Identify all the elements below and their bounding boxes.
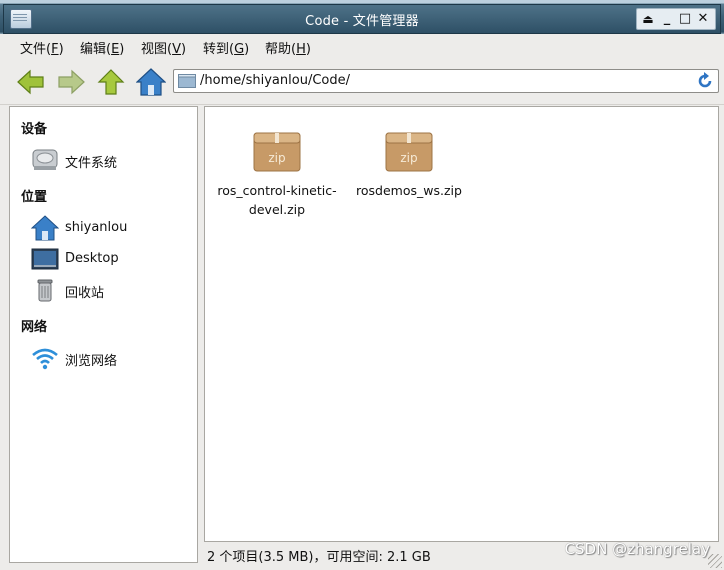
- devices-heading: 设备: [21, 122, 48, 137]
- sidebar-item-label: Desktop: [65, 251, 119, 266]
- maximize-button[interactable]: □: [676, 10, 694, 28]
- file-name: rosdemos_ws.zip: [339, 181, 479, 200]
- sidebar-item-label: 浏览网络: [65, 354, 118, 369]
- file-item[interactable]: zip ros_control-kinetic- devel.zip: [207, 121, 347, 219]
- sidebar-item-network[interactable]: 浏览网络: [31, 345, 196, 371]
- zip-archive-icon: zip: [383, 125, 435, 175]
- menu-file-end: ): [58, 42, 64, 57]
- menu-file-label: 文件(: [20, 42, 52, 57]
- sidebar-item-desktop[interactable]: Desktop: [31, 246, 196, 272]
- sidebar-item-label: 文件系统: [65, 156, 118, 171]
- menu-view[interactable]: 视图(V): [141, 38, 186, 57]
- zip-box-graphic: zip: [385, 132, 433, 172]
- title-bar: Code - 文件管理器 ⏏ _ □ ✕: [0, 0, 724, 34]
- folder-icon: [178, 74, 196, 88]
- status-text: 2 个项目(3.5 MB)，可用空间: 2.1 GB: [207, 550, 431, 565]
- watermark: CSDN @zhangrelay: [564, 540, 710, 558]
- zip-label: zip: [268, 151, 285, 165]
- file-name-line1: rosdemos_ws.zip: [356, 183, 462, 198]
- menu-go-label: 转到(: [203, 42, 235, 57]
- eject-icon[interactable]: ⏏: [639, 10, 657, 28]
- harddisk-icon: [32, 149, 58, 170]
- toolbar: /home/shiyanlou/Code/: [0, 58, 724, 105]
- wifi-icon: [32, 348, 58, 370]
- menu-file[interactable]: 文件(F): [20, 38, 64, 57]
- sidebar-item-home[interactable]: shiyanlou: [31, 215, 196, 241]
- desktop-icon: [31, 248, 59, 270]
- menu-edit-label: 编辑(: [80, 42, 112, 57]
- menu-help-end: ): [305, 42, 311, 57]
- status-bar: 2 个项目(3.5 MB)，可用空间: 2.1 GB CSDN @zhangre…: [204, 540, 724, 570]
- zip-archive-icon: zip: [251, 125, 303, 175]
- arrow-right-icon[interactable]: [56, 67, 86, 97]
- sidebar-item-label: shiyanlou: [65, 220, 128, 235]
- places-heading: 位置: [21, 190, 48, 205]
- menu-bar: 文件(F) 编辑(E) 视图(V) 转到(G) 帮助(H): [0, 34, 724, 58]
- title-bar-inner: Code - 文件管理器 ⏏ _ □ ✕: [3, 4, 721, 34]
- menu-view-label: 视图(: [141, 42, 173, 57]
- resize-grip[interactable]: [708, 554, 722, 568]
- side-pane: 设备 文件系统 位置 shiyanlou Desktop 回收站 网络 浏览网络: [9, 106, 198, 563]
- reload-icon[interactable]: [696, 72, 714, 90]
- file-name: ros_control-kinetic- devel.zip: [207, 181, 347, 219]
- sidebar-item-label: 回收站: [65, 286, 105, 301]
- menu-edit-end: ): [119, 42, 125, 57]
- file-name-line1: ros_control-kinetic-: [217, 183, 337, 198]
- trash-icon: [37, 279, 53, 302]
- menu-help-accel: H: [296, 42, 306, 57]
- menu-go-accel: G: [234, 42, 245, 57]
- sidebar-item-trash[interactable]: 回收站: [31, 277, 196, 303]
- arrow-left-icon[interactable]: [16, 67, 46, 97]
- arrow-up-icon[interactable]: [96, 67, 126, 97]
- menu-file-accel: F: [51, 42, 59, 57]
- zip-box-graphic: zip: [253, 132, 301, 172]
- home-icon[interactable]: [136, 67, 166, 97]
- menu-go[interactable]: 转到(G): [203, 38, 249, 57]
- menu-view-accel: V: [172, 42, 181, 57]
- window-title: Code - 文件管理器: [305, 14, 419, 29]
- sidebar-item-filesystem[interactable]: 文件系统: [31, 147, 196, 173]
- menu-edit[interactable]: 编辑(E): [80, 38, 124, 57]
- network-heading: 网络: [21, 320, 48, 335]
- address-bar[interactable]: /home/shiyanlou/Code/: [173, 69, 719, 93]
- menu-help-label: 帮助(: [265, 42, 297, 57]
- file-name-line2: devel.zip: [248, 202, 306, 217]
- menu-help[interactable]: 帮助(H): [265, 38, 311, 57]
- menu-go-end: ): [244, 42, 250, 57]
- file-view[interactable]: zip ros_control-kinetic- devel.zip zip r…: [204, 106, 719, 542]
- zip-label: zip: [400, 151, 417, 165]
- minimize-button[interactable]: _: [658, 10, 676, 28]
- window-controls: ⏏ _ □ ✕: [636, 8, 716, 30]
- home-icon: [31, 215, 59, 241]
- address-text: /home/shiyanlou/Code/: [200, 73, 350, 88]
- menu-view-end: ): [180, 42, 187, 57]
- file-item[interactable]: zip rosdemos_ws.zip: [339, 121, 479, 200]
- close-button[interactable]: ✕: [694, 10, 712, 28]
